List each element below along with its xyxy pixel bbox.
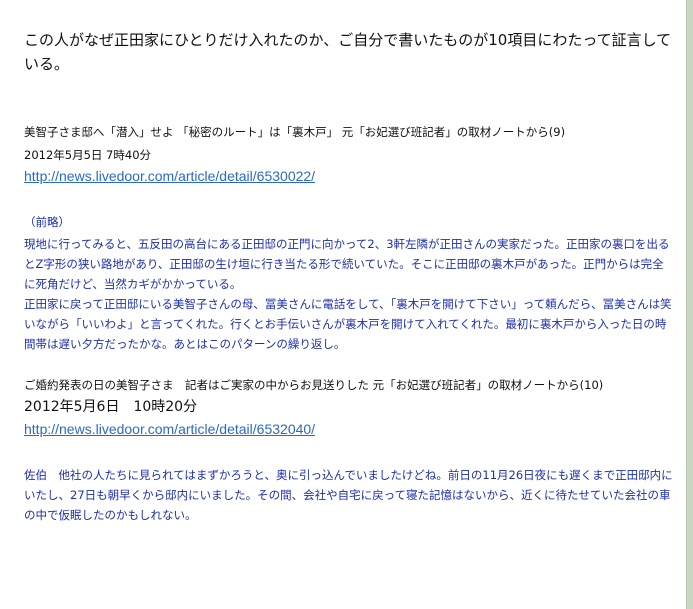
section2-title: ご婚約発表の日の美智子さま 記者はご実家の中からお見送りした 元「お妃選び班記者… bbox=[24, 378, 604, 392]
section2-paragraph-1: 佐伯 他社の人たちに見られてはまずかろうと、奥に引っ込んでいましたけどね。前日の… bbox=[24, 468, 673, 522]
section1-date: 2012年5月5日 7時40分 bbox=[24, 148, 152, 162]
section2-link[interactable]: http://news.livedoor.com/article/detail/… bbox=[24, 419, 315, 439]
page: この人がなぜ正田家にひとりだけ入れたのか、ご自分で書いたものが10項目にわたって… bbox=[0, 0, 686, 609]
intro-text: この人がなぜ正田家にひとりだけ入れたのか、ご自分で書いたものが10項目にわたって… bbox=[24, 31, 672, 73]
section1-prefix: （前略） bbox=[24, 215, 70, 229]
section1-link[interactable]: http://news.livedoor.com/article/detail/… bbox=[24, 166, 315, 186]
section2-date: 2012年5月6日 10時20分 bbox=[24, 399, 198, 415]
section1-paragraph-2: 正田家に戻って正田邸にいる美智子さんの母、冨美さんに電話をして、「裏木戸を開けて… bbox=[24, 297, 672, 351]
right-border bbox=[686, 0, 693, 609]
section1-title: 美智子さま邸へ「潜入」せよ 「秘密のルート」は「裏木戸」 元「お妃選び班記者」の… bbox=[24, 125, 566, 139]
article-content: この人がなぜ正田家にひとりだけ入れたのか、ご自分で書いたものが10項目にわたって… bbox=[24, 28, 674, 525]
section1-paragraph-1: 現地に行ってみると、五反田の高台にある正田邸の正門に向かって2、3軒左隣が正田さ… bbox=[24, 237, 670, 291]
